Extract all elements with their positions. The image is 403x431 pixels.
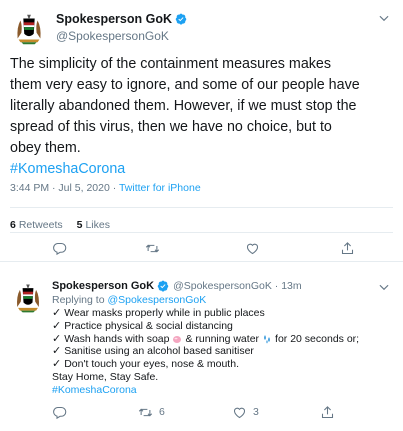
list-item-text: Wear masks properly while in public plac… [64,307,265,319]
tweet-timestamp[interactable]: 3:44 PM · Jul 5, 2020 · [10,182,119,194]
mention-link[interactable]: @SpokespersonGoK [107,294,206,306]
water-drops-icon [262,334,272,344]
avatar[interactable] [10,280,46,316]
tweet-text-line: literally abandoned them. However, if we… [10,98,357,114]
hashtag-link[interactable]: #KomeshaCorona [52,384,137,397]
hashtag-link[interactable]: #KomeshaCorona [10,159,396,180]
share-button[interactable] [320,402,335,422]
retweet-button[interactable] [145,238,160,258]
retweet-icon [138,408,153,416]
list-item: ✓ Wear masks properly while in public pl… [52,307,397,320]
author-display-name[interactable]: Spokesperson GoK [56,12,172,26]
reply-tweet[interactable]: Spokesperson GoK @SpokespersonGoK · 13m … [0,270,403,431]
tweet-meta: 3:44 PM · Jul 5, 2020 · Twitter for iPho… [10,182,201,194]
retweets-stat[interactable]: 6 Retweets [10,219,63,231]
retweet-count: 6 [159,406,165,418]
verified-badge-icon [157,280,169,292]
tweet-source-link[interactable]: Twitter for iPhone [119,182,201,194]
author-display-name[interactable]: Spokesperson GoK [52,280,154,292]
author-handle-time[interactable]: @SpokespersonGoK · 13m [173,280,302,292]
reply-icon [53,406,67,419]
like-button[interactable] [245,238,260,258]
tweet-text-line: The simplicity of the containment measur… [10,56,332,72]
likes-count: 5 [76,219,83,231]
list-item-text: & running water [185,332,260,345]
divider [10,207,393,208]
author-handle[interactable]: @SpokespersonGoK [56,29,169,43]
replying-to: Replying to @SpokespersonGoK [52,294,206,306]
reply-text-line: #KomeshaCorona [52,384,397,397]
list-item-text: for 20 seconds or; [275,332,360,345]
retweet-icon [145,244,160,252]
reply-header: Spokesperson GoK @SpokespersonGoK · 13m [52,280,302,292]
reply-text: ✓ Wear masks properly while in public pl… [52,307,397,397]
list-item: ✓ Wash hands with soap & running water f… [52,333,397,346]
list-item-text: Don't touch your eyes, nose & mouth. [64,358,239,371]
like-count: 3 [253,406,259,418]
coat-of-arms-icon [10,280,46,316]
heart-icon [233,407,246,418]
tweet-text-line: them very easy to ignore, and some of ou… [10,77,360,93]
check-icon: ✓ [52,319,62,332]
like-button[interactable]: 3 [232,402,259,422]
share-button[interactable] [340,238,355,258]
tweet-text: The simplicity of the containment measur… [10,54,396,180]
list-item-text: Sanitise using an alcohol based sanitise… [64,345,254,358]
check-icon: ✓ [52,307,62,319]
retweets-count: 6 [10,219,16,231]
tweet-text-line: obey them. [10,140,81,156]
soap-icon [172,334,182,344]
check-icon: ✓ [52,345,62,358]
check-icon: ✓ [52,332,62,345]
chevron-down-icon[interactable] [377,280,391,294]
reply-button[interactable] [52,402,67,422]
tweet-stats: 6 Retweets 5 Likes [10,219,110,231]
list-item: ✓ Don't touch your eyes, nose & mouth. [52,358,397,371]
share-icon [321,405,334,418]
check-icon: ✓ [52,358,62,371]
list-item: ✓ Practice physical & social distancing [52,320,397,333]
reply-text-line-text: Stay Home, Stay Safe. [52,370,159,383]
list-item-text: Wash hands with soap [64,332,170,345]
action-bar [0,238,403,258]
likes-stat[interactable]: 5 Likes [77,219,110,231]
divider [10,232,393,233]
verified-badge-icon [175,13,187,25]
action-bar: 6 3 [0,402,403,422]
list-item: ✓ Sanitise using an alcohol based saniti… [52,345,397,358]
retweets-label: Retweets [18,219,63,231]
reply-text-line: Stay Home, Stay Safe. [52,371,397,384]
main-tweet: Spokesperson GoK @SpokespersonGoK The si… [0,0,403,262]
reply-icon [53,242,67,255]
likes-label: Likes [85,219,110,231]
chevron-down-icon[interactable] [377,11,391,25]
tweet-text-line: spread of this virus, then we have no ch… [10,119,332,135]
avatar[interactable] [10,10,48,48]
heart-icon [246,243,259,254]
coat-of-arms-icon [10,10,48,48]
retweet-button[interactable]: 6 [138,402,165,422]
share-icon [341,241,354,254]
replying-to-label: Replying to [52,294,108,306]
list-item-text: Practice physical & social distancing [64,319,233,332]
reply-button[interactable] [52,238,67,258]
